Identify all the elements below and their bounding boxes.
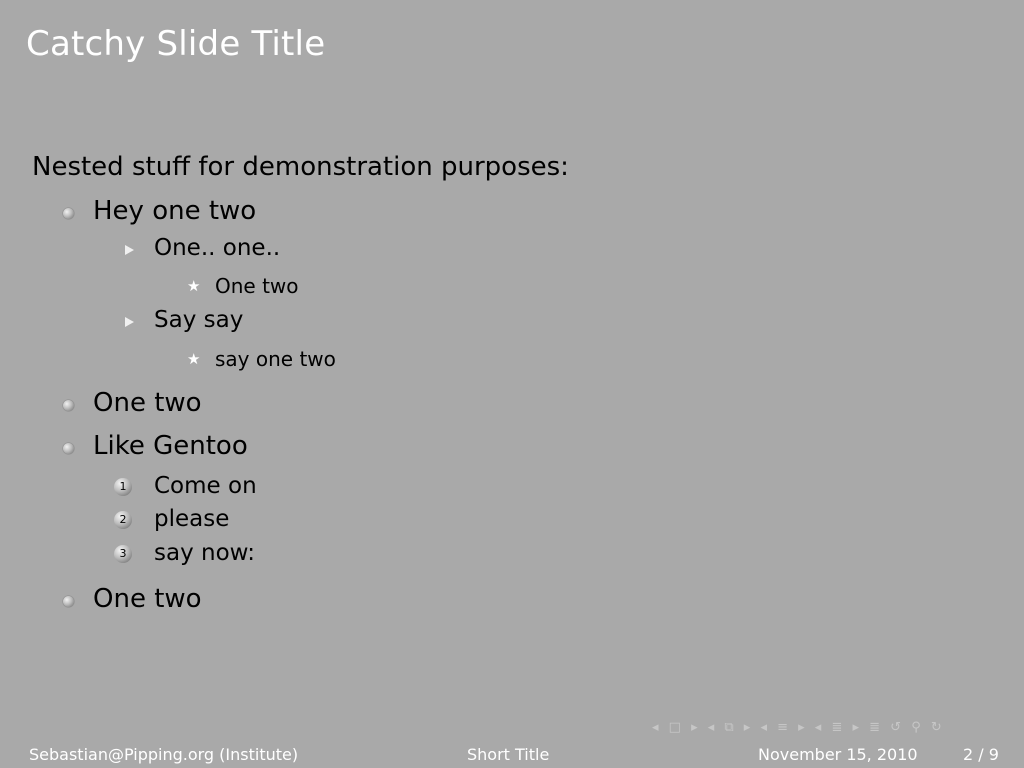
number-1-ball-icon: 1 — [114, 478, 132, 496]
list-item: say now: — [154, 540, 255, 566]
bullet-ball-icon — [63, 443, 74, 454]
intro-text: Nested stuff for demonstration purposes: — [32, 152, 569, 182]
list-item: One two — [93, 584, 202, 614]
star-bullet-icon: ★ — [187, 350, 201, 368]
bullet-ball-icon — [63, 400, 74, 411]
list-item: Come on — [154, 473, 257, 499]
slide-title: Catchy Slide Title — [26, 24, 326, 64]
footer-short-title: Short Title — [467, 745, 550, 764]
bullet-ball-icon — [63, 596, 74, 607]
number-2-ball-icon: 2 — [114, 511, 132, 529]
footer-author: Sebastian@Pipping.org (Institute) — [29, 745, 299, 764]
triangle-bullet-icon — [125, 245, 134, 255]
list-item: Say say — [154, 307, 244, 333]
bullet-ball-icon — [63, 208, 74, 219]
list-item: Like Gentoo — [93, 431, 248, 461]
footer-date: November 15, 2010 — [758, 745, 918, 764]
list-item: Hey one two — [93, 196, 257, 226]
number-3-ball-icon: 3 — [114, 545, 132, 563]
list-item: One.. one.. — [154, 235, 281, 261]
beamer-navigation-icons[interactable]: ◂ □ ▸ ◂ ⧉ ▸ ◂ ≡ ▸ ◂ ≣ ▸ ≣ ↺ ⚲ ↻ — [652, 720, 945, 735]
list-item: One two — [93, 388, 202, 418]
star-bullet-icon: ★ — [187, 277, 201, 295]
list-item: One two — [215, 274, 299, 298]
list-item: say one two — [215, 347, 336, 371]
footer-page-number: 2 / 9 — [963, 745, 999, 764]
list-item: please — [154, 506, 230, 532]
triangle-bullet-icon — [125, 317, 134, 327]
